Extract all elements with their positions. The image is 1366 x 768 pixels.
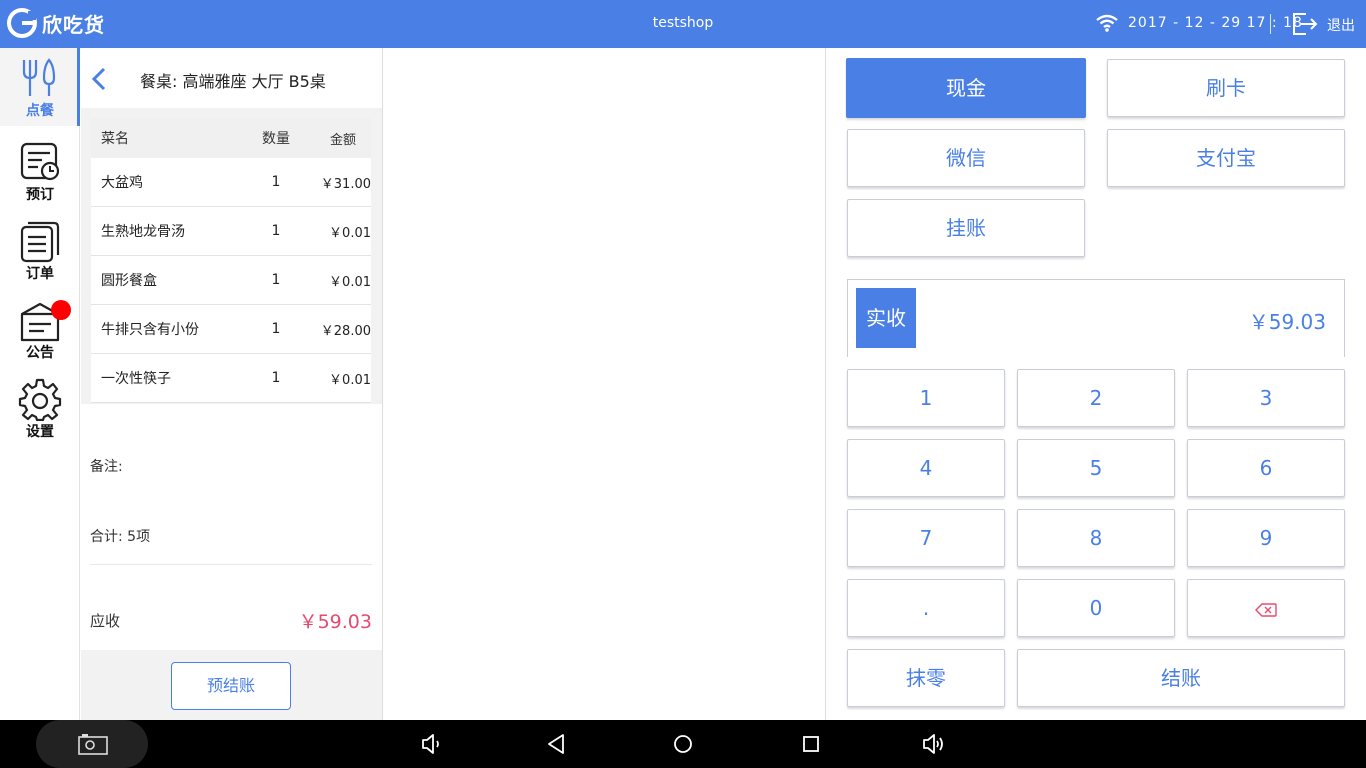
wifi-icon	[1096, 14, 1118, 32]
round-off-button[interactable]: 抹零	[847, 649, 1005, 707]
due-amount: ￥59.03	[298, 611, 372, 633]
screenshot-button[interactable]	[36, 720, 148, 768]
cash-button[interactable]: 现金	[846, 58, 1086, 118]
key-1[interactable]: 1	[847, 369, 1005, 427]
due-label: 应收	[90, 612, 121, 630]
orders-icon	[20, 221, 60, 263]
dish-qty: 1	[271, 370, 281, 386]
table-row[interactable]: 牛排只含有小份 1 ￥28.00	[91, 305, 371, 354]
sidebar-item-label: 预订	[26, 187, 54, 203]
payment-panel: 现金 刷卡 微信 支付宝 挂账 实收 ￥59.03 1 2 3 4 5 6 7 …	[826, 48, 1366, 720]
order-summary: 备注: 合计: 5项 应收 ￥59.03	[81, 404, 382, 650]
prebill-button[interactable]: 预结账	[171, 662, 291, 710]
table-row[interactable]: 大盆鸡 1 ￥31.00	[91, 158, 371, 207]
received-field[interactable]: 实收 ￥59.03	[847, 279, 1345, 357]
dish-qty: 1	[271, 223, 281, 239]
dish-name: 圆形餐盒	[101, 273, 157, 289]
dish-name: 一次性筷子	[101, 371, 171, 387]
card-button[interactable]: 刷卡	[1107, 59, 1345, 117]
sidebar-item-order[interactable]: 点餐	[0, 48, 80, 126]
table-row[interactable]: 一次性筷子 1 ￥0.01	[91, 354, 371, 403]
sidebar-item-announcement[interactable]: 公告	[0, 290, 80, 368]
key-3[interactable]: 3	[1187, 369, 1345, 427]
key-4[interactable]: 4	[847, 439, 1005, 497]
dish-table-header: 菜名 数量 金额	[91, 118, 371, 158]
dish-amount: ￥31.00	[320, 176, 371, 192]
sidebar-item-label: 点餐	[26, 103, 54, 119]
top-bar: 欣吃货 testshop 2017 - 12 - 29 17 : 18 退出	[0, 0, 1366, 48]
alipay-button[interactable]: 支付宝	[1107, 129, 1345, 187]
divider	[90, 564, 372, 565]
volume-down-icon[interactable]	[420, 732, 444, 756]
order-panel: 餐桌: 高端雅座 大厅 B5桌 菜名 数量 金额 大盆鸡 1 ￥31.00 生熟…	[81, 48, 382, 720]
credit-button[interactable]: 挂账	[847, 199, 1085, 257]
key-0[interactable]: 0	[1017, 579, 1175, 637]
sidebar-item-settings[interactable]: 设置	[0, 369, 80, 447]
system-nav-bar	[0, 720, 1366, 768]
column-header-name: 菜名	[101, 131, 129, 147]
reservation-icon	[20, 142, 60, 181]
dish-qty: 1	[271, 272, 281, 288]
sidebar-item-label: 订单	[26, 266, 54, 282]
sidebar-item-label: 公告	[26, 345, 54, 361]
dish-name: 大盆鸡	[101, 175, 143, 191]
checkout-button[interactable]: 结账	[1017, 649, 1345, 707]
dish-amount: ￥28.00	[320, 323, 371, 339]
sidebar: 点餐 预订 订单 公告 设置	[0, 48, 80, 720]
key-8[interactable]: 8	[1017, 509, 1175, 567]
received-amount: ￥59.03	[1248, 310, 1326, 334]
key-7[interactable]: 7	[847, 509, 1005, 567]
table-row[interactable]: 生熟地龙骨汤 1 ￥0.01	[91, 207, 371, 256]
backspace-button[interactable]	[1187, 579, 1345, 637]
recents-icon[interactable]	[799, 732, 823, 756]
exit-button[interactable]: 退出	[1327, 15, 1355, 35]
total-count: 合计: 5项	[90, 529, 151, 545]
divider	[1270, 14, 1271, 34]
camera-icon	[78, 734, 108, 755]
dish-name: 牛排只含有小份	[101, 322, 199, 338]
key-2[interactable]: 2	[1017, 369, 1175, 427]
dish-amount: ￥0.01	[329, 225, 371, 241]
home-icon[interactable]	[671, 732, 695, 756]
sidebar-item-orders[interactable]: 订单	[0, 211, 80, 289]
dish-amount: ￥0.01	[329, 274, 371, 290]
wechat-button[interactable]: 微信	[847, 129, 1085, 187]
received-label: 实收	[856, 288, 916, 348]
sidebar-item-reservation[interactable]: 预订	[0, 132, 80, 210]
column-header-qty: 数量	[262, 131, 290, 147]
datetime: 2017 - 12 - 29 17 : 18	[1128, 15, 1303, 31]
key-6[interactable]: 6	[1187, 439, 1345, 497]
dish-qty: 1	[271, 174, 281, 190]
fork-knife-icon	[22, 58, 56, 96]
order-header: 餐桌: 高端雅座 大厅 B5桌	[81, 48, 382, 108]
dish-table: 菜名 数量 金额 大盆鸡 1 ￥31.00 生熟地龙骨汤 1 ￥0.01 圆形餐…	[91, 118, 371, 403]
key-5[interactable]: 5	[1017, 439, 1175, 497]
back-icon[interactable]	[544, 732, 568, 756]
remark-label: 备注:	[90, 459, 123, 475]
key-9[interactable]: 9	[1187, 509, 1345, 567]
notification-badge	[51, 300, 71, 320]
volume-up-icon[interactable]	[922, 732, 946, 756]
column-header-amount: 金额	[329, 132, 356, 148]
dish-amount: ￥0.01	[329, 372, 371, 388]
dish-name: 生熟地龙骨汤	[101, 224, 185, 240]
gear-icon	[18, 378, 62, 421]
dish-qty: 1	[271, 321, 281, 337]
table-title: 餐桌: 高端雅座 大厅 B5桌	[140, 72, 326, 91]
sidebar-item-label: 设置	[26, 424, 54, 440]
exit-icon[interactable]	[1292, 12, 1318, 36]
backspace-icon	[1255, 602, 1277, 617]
back-arrow-icon[interactable]	[89, 66, 109, 92]
key-decimal[interactable]: .	[847, 579, 1005, 637]
table-row[interactable]: 圆形餐盒 1 ￥0.01	[91, 256, 371, 305]
content-area	[382, 48, 826, 720]
